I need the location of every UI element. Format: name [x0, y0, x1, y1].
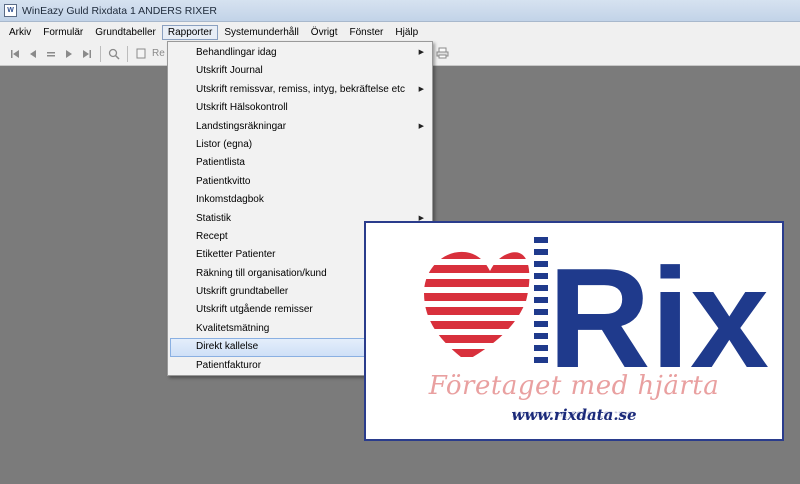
menu-item-label: Utskrift utgående remisser	[196, 304, 313, 316]
app-icon[interactable]: W	[4, 4, 17, 17]
menu-item-inkomstdagbok[interactable]: Inkomstdagbok	[168, 191, 432, 209]
website-url-reflection: www.rixdata.se	[511, 409, 637, 420]
menu-item-label: Inkomstdagbok	[196, 194, 264, 206]
last-record-icon[interactable]	[78, 45, 96, 63]
title-bar: W WinEazy Guld Rixdata 1 ANDERS RIXER	[0, 0, 800, 22]
menu-item-patientlista[interactable]: Patientlista	[168, 154, 432, 172]
menu-ovrigt[interactable]: Övrigt	[305, 25, 344, 40]
menu-item-label: Utskrift Hälsokontroll	[196, 102, 288, 114]
menu-item-utskrift-halsokontroll[interactable]: Utskrift Hälsokontroll	[168, 99, 432, 117]
toolbar-separator	[100, 45, 101, 62]
toolbar-separator	[127, 45, 128, 62]
menu-item-label: Räkning till organisation/kund	[196, 267, 327, 279]
search-icon[interactable]	[105, 45, 123, 63]
menu-item-label: Kvalitetsmätning	[196, 322, 270, 334]
menu-item-label: Etiketter Patienter	[196, 249, 276, 261]
menu-item-label: Patientlista	[196, 157, 245, 169]
menu-item-utskrift-journal[interactable]: Utskrift Journal	[168, 62, 432, 80]
menu-item-label: Utskrift grundtabeller	[196, 286, 289, 298]
report-icon[interactable]	[132, 45, 150, 63]
menu-item-label: Direkt kallelse	[196, 341, 259, 353]
menu-arkiv[interactable]: Arkiv	[3, 25, 37, 40]
menu-rapporter[interactable]: Rapporter	[161, 24, 219, 40]
menu-item-label: Statistik	[196, 212, 232, 224]
print-icon[interactable]	[434, 45, 450, 61]
previous-record-icon[interactable]	[24, 45, 42, 63]
menu-item-label: Utskrift remissvar, remiss, intyg, bekrä…	[196, 83, 405, 95]
menu-fonster[interactable]: Fönster	[343, 25, 389, 40]
menu-bar: Arkiv Formulär Grundtabeller Rapporter S…	[0, 22, 800, 42]
menu-item-landstingsrakningar[interactable]: Landstingsräkningar ▶	[168, 118, 432, 136]
menu-item-label: Patientkvitto	[196, 175, 251, 187]
next-record-icon[interactable]	[60, 45, 78, 63]
toolbar-label[interactable]: Re	[152, 48, 165, 59]
menu-systemunderhall[interactable]: Systemunderhåll	[218, 25, 304, 40]
submenu-arrow-icon: ▶	[418, 49, 424, 56]
menu-item-label: Listor (egna)	[196, 138, 253, 150]
submenu-arrow-icon: ▶	[418, 122, 424, 130]
rixdata-banner: Rix Företaget med hjärta www.rixdata.se …	[364, 221, 784, 441]
menu-formular[interactable]: Formulär	[37, 25, 89, 40]
menu-item-label: Landstingsräkningar	[196, 120, 287, 132]
menu-item-label: Behandlingar idag	[196, 47, 277, 58]
menu-item-utskrift-remissvar[interactable]: Utskrift remissvar, remiss, intyg, bekrä…	[168, 81, 432, 99]
menu-item-listor-egna[interactable]: Listor (egna)	[168, 136, 432, 154]
menu-item-patientkvitto[interactable]: Patientkvitto	[168, 173, 432, 191]
menu-grundtabeller[interactable]: Grundtabeller	[89, 25, 162, 40]
menu-item-behandlingar-idag[interactable]: Behandlingar idag ▶	[168, 44, 432, 62]
menu-item-label: Utskrift Journal	[196, 65, 263, 77]
first-record-icon[interactable]	[6, 45, 24, 63]
menu-hjalp[interactable]: Hjälp	[389, 25, 424, 40]
submenu-arrow-icon: ▶	[418, 85, 424, 93]
equals-icon[interactable]	[42, 45, 60, 63]
heart-icon	[424, 251, 530, 361]
menu-item-label: Recept	[196, 230, 228, 242]
menu-item-label: Patientfakturor	[196, 359, 262, 371]
window-title: WinEazy Guld Rixdata 1 ANDERS RIXER	[22, 4, 217, 17]
tagline: Företaget med hjärta	[428, 371, 720, 401]
